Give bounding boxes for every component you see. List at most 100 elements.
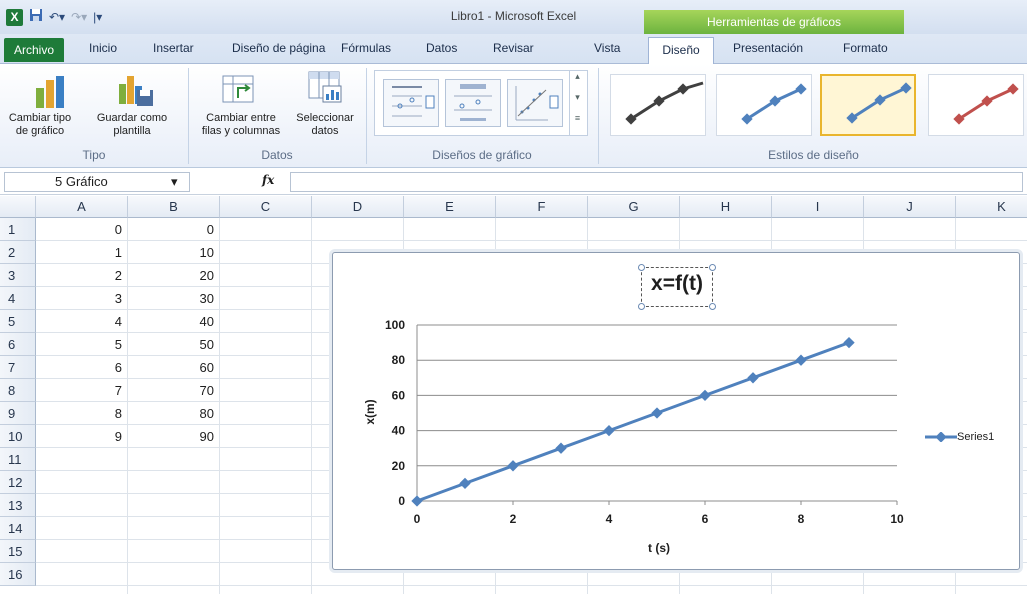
chart-title-selection-box[interactable]: x=f(t) — [638, 264, 716, 310]
row-header-13[interactable]: 13 — [0, 494, 36, 517]
tab-formulas[interactable]: Fórmulas — [341, 41, 391, 55]
cell-a8[interactable]: 7 — [36, 383, 122, 398]
column-header-b[interactable]: B — [128, 196, 220, 218]
grid-column-line — [311, 218, 312, 594]
column-header-e[interactable]: E — [404, 196, 496, 218]
cell-b8[interactable]: 70 — [128, 383, 214, 398]
row-header-12[interactable]: 12 — [0, 471, 36, 494]
chart-style-option-selected[interactable] — [820, 74, 916, 136]
selection-handle[interactable] — [638, 303, 645, 310]
tab-insertar[interactable]: Insertar — [153, 41, 194, 55]
row-header-9[interactable]: 9 — [0, 402, 36, 425]
cell-a7[interactable]: 6 — [36, 360, 122, 375]
selection-handle[interactable] — [709, 264, 716, 271]
row-header-14[interactable]: 14 — [0, 517, 36, 540]
row-header-7[interactable]: 7 — [0, 356, 36, 379]
chart-object[interactable]: 0 20 40 60 80 100 0 2 4 6 8 10 x=f(t) t (s) x(m) Se… — [332, 252, 1020, 570]
cell-a1[interactable]: 0 — [36, 222, 122, 237]
cell-b1[interactable]: 0 — [128, 222, 214, 237]
change-chart-type-button[interactable]: Cambiar tipo de gráfico — [8, 112, 72, 138]
switch-row-column-button[interactable]: Cambiar entre filas y columnas — [194, 112, 288, 138]
data-point — [699, 389, 711, 402]
formula-input[interactable] — [290, 172, 1023, 192]
selection-handle[interactable] — [638, 264, 645, 271]
tab-datos[interactable]: Datos — [426, 41, 457, 55]
cell-b10[interactable]: 90 — [128, 429, 214, 444]
column-header-g[interactable]: G — [588, 196, 680, 218]
cell-b9[interactable]: 80 — [128, 406, 214, 421]
column-header-c[interactable]: C — [220, 196, 312, 218]
cell-b4[interactable]: 30 — [128, 291, 214, 306]
data-point — [555, 442, 567, 454]
x-axis-title: t (s) — [648, 541, 670, 555]
row-header-11[interactable]: 11 — [0, 448, 36, 471]
data-point — [603, 424, 615, 437]
row-header-2[interactable]: 2 — [0, 241, 36, 264]
row-header-4[interactable]: 4 — [0, 287, 36, 310]
chart-layouts-gallery: ▴ ▾ ≡ — [374, 70, 588, 136]
cell-b6[interactable]: 50 — [128, 337, 214, 352]
insert-function-icon[interactable]: fx — [262, 173, 274, 187]
select-data-button[interactable]: Seleccionar datos — [290, 112, 360, 138]
column-header-h[interactable]: H — [680, 196, 772, 218]
legend-label: Series1 — [957, 431, 995, 443]
save-as-template-button[interactable]: Guardar como plantilla — [80, 112, 184, 138]
formula-bar: 5 Gráfico ▾ fx — [0, 169, 1027, 195]
grid-column-line — [219, 218, 220, 594]
cell-b3[interactable]: 20 — [128, 268, 214, 283]
row-header-10[interactable]: 10 — [0, 425, 36, 448]
select-data-icon — [307, 70, 343, 109]
column-header-f[interactable]: F — [496, 196, 588, 218]
column-header-d[interactable]: D — [312, 196, 404, 218]
tab-vista[interactable]: Vista — [594, 41, 620, 55]
tab-inicio[interactable]: Inicio — [89, 41, 117, 55]
group-label-tipo: Tipo — [82, 148, 106, 162]
column-header-a[interactable]: A — [36, 196, 128, 218]
switch-row-column-icon — [220, 72, 256, 109]
chart-style-option[interactable] — [928, 74, 1024, 136]
row-header-16[interactable]: 16 — [0, 563, 36, 586]
row-header-3[interactable]: 3 — [0, 264, 36, 287]
tab-diseno[interactable]: Diseño — [648, 37, 714, 65]
cell-a6[interactable]: 5 — [36, 337, 122, 352]
chart-layout-option[interactable] — [507, 79, 563, 127]
column-header-j[interactable]: J — [864, 196, 956, 218]
chart-layout-option[interactable] — [383, 79, 439, 127]
grid-row-line — [36, 585, 1027, 586]
legend[interactable]: Series1 — [925, 431, 994, 443]
chart-style-option[interactable] — [610, 74, 706, 136]
row-header-6[interactable]: 6 — [0, 333, 36, 356]
x-tick-label: 0 — [414, 512, 421, 526]
column-header-k[interactable]: K — [956, 196, 1027, 218]
row-header-15[interactable]: 15 — [0, 540, 36, 563]
chart-layout-option[interactable] — [445, 79, 501, 127]
cell-a5[interactable]: 4 — [36, 314, 122, 329]
series-line — [416, 341, 850, 503]
row-header-8[interactable]: 8 — [0, 379, 36, 402]
gallery-scroll[interactable]: ▴ ▾ ≡ — [569, 71, 585, 135]
selection-handle[interactable] — [709, 303, 716, 310]
tab-file[interactable]: Archivo — [4, 38, 64, 62]
select-all-corner[interactable] — [0, 196, 36, 218]
cell-b7[interactable]: 60 — [128, 360, 214, 375]
name-box[interactable]: 5 Gráfico ▾ — [4, 172, 190, 192]
change-chart-type-icon — [34, 74, 70, 113]
cell-b2[interactable]: 10 — [128, 245, 214, 260]
cell-a3[interactable]: 2 — [36, 268, 122, 283]
cell-a10[interactable]: 9 — [36, 429, 122, 444]
chart-style-option[interactable] — [716, 74, 812, 136]
tab-presentacion[interactable]: Presentación — [733, 41, 803, 55]
title-bar: X ↶▾ ↷▾ |▾ Libro1 - Microsoft Excel Herr… — [0, 0, 1027, 34]
tab-formato[interactable]: Formato — [843, 41, 888, 55]
cell-a2[interactable]: 1 — [36, 245, 122, 260]
row-header-1[interactable]: 1 — [0, 218, 36, 241]
tab-diseno-pagina[interactable]: Diseño de página — [232, 41, 325, 55]
tab-revisar[interactable]: Revisar — [493, 41, 534, 55]
row-header-5[interactable]: 5 — [0, 310, 36, 333]
cell-a4[interactable]: 3 — [36, 291, 122, 306]
column-header-i[interactable]: I — [772, 196, 864, 218]
x-tick-label: 10 — [890, 512, 904, 526]
cell-b5[interactable]: 40 — [128, 314, 214, 329]
name-box-dropdown-icon[interactable]: ▾ — [171, 173, 178, 191]
cell-a9[interactable]: 8 — [36, 406, 122, 421]
